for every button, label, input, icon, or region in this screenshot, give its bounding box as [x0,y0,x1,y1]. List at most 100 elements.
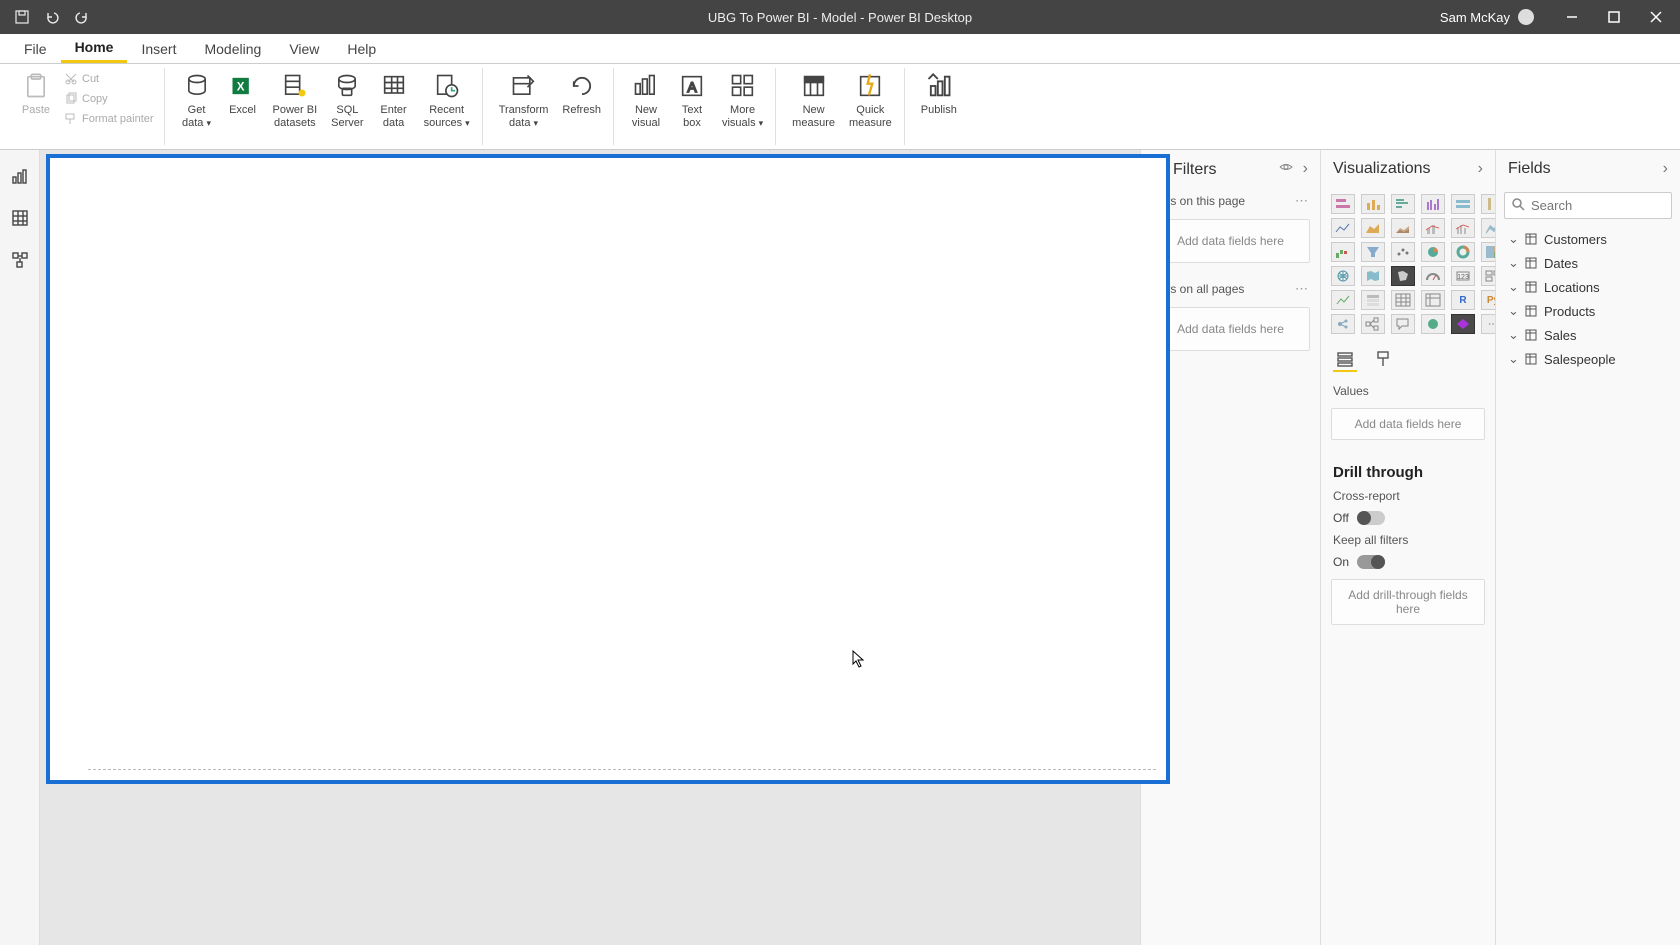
viz-matrix-icon[interactable] [1421,290,1445,310]
menu-insert[interactable]: Insert [127,34,190,63]
close-button[interactable] [1642,3,1670,31]
redo-icon[interactable] [74,9,90,25]
menu-modeling[interactable]: Modeling [190,34,275,63]
field-table-customers[interactable]: ⌄ Customers [1500,227,1676,251]
viz-map-icon[interactable] [1331,266,1355,286]
menu-view[interactable]: View [275,34,333,63]
filters-all-dropzone[interactable]: Add data fields here [1151,307,1310,351]
viz-stacked-bar-icon[interactable] [1331,194,1355,214]
viz-slicer-icon[interactable] [1361,290,1385,310]
eye-icon[interactable] [1279,160,1293,179]
viz-clustered-column-icon[interactable] [1421,194,1445,214]
viz-r-icon[interactable]: R [1451,290,1475,310]
viz-waterfall-icon[interactable] [1331,242,1355,262]
field-table-locations[interactable]: ⌄ Locations [1500,275,1676,299]
viz-scatter-icon[interactable] [1391,242,1415,262]
refresh-button[interactable]: Refresh [556,68,607,119]
chevron-down-icon: ⌄ [1508,231,1518,247]
collapse-icon[interactable]: › [1303,160,1308,179]
workspace: Filters › ilters on this page ⋯ Add data… [0,150,1680,945]
menu-file[interactable]: File [10,34,61,63]
viz-stacked-area-icon[interactable] [1391,218,1415,238]
cut-icon [64,72,78,86]
viz-100-bar-icon[interactable] [1451,194,1475,214]
svg-text:123: 123 [1457,274,1469,281]
text-box-button[interactable]: A Text box [670,68,714,132]
collapse-icon[interactable]: › [1663,160,1668,178]
viz-header: Visualizations [1333,160,1431,178]
viz-area-icon[interactable] [1361,218,1385,238]
save-icon[interactable] [14,9,30,25]
fields-tab-icon[interactable] [1333,348,1357,372]
viz-line-column-icon[interactable] [1421,218,1445,238]
minimize-button[interactable] [1558,3,1586,31]
drillthrough-dropzone[interactable]: Add drill-through fields here [1331,579,1485,625]
viz-kpi-icon[interactable] [1331,290,1355,310]
undo-icon[interactable] [44,9,60,25]
search-input[interactable] [1531,198,1665,213]
viz-decomposition-icon[interactable] [1361,314,1385,334]
cut-button: Cut [60,70,158,88]
pbi-datasets-icon [279,70,311,102]
cross-report-toggle[interactable] [1357,511,1385,525]
more-icon[interactable]: ⋯ [1295,281,1310,297]
viz-funnel-icon[interactable] [1361,242,1385,262]
menu-help[interactable]: Help [333,34,390,63]
get-data-button[interactable]: Get data ▾ [175,68,219,132]
canvas[interactable] [40,150,1140,945]
search-icon [1511,197,1525,214]
viz-clustered-bar-icon[interactable] [1391,194,1415,214]
enter-data-button[interactable]: Enter data [372,68,416,132]
chevron-down-icon: ⌄ [1508,279,1518,295]
maximize-button[interactable] [1600,3,1628,31]
field-table-products[interactable]: ⌄ Products [1500,299,1676,323]
cross-report-state: Off [1333,511,1349,525]
new-measure-button[interactable]: New measure [786,68,841,132]
report-view-button[interactable] [8,164,32,188]
data-view-button[interactable] [8,206,32,230]
field-table-dates[interactable]: ⌄ Dates [1500,251,1676,275]
sql-server-button[interactable]: SQL Server [325,68,369,132]
more-icon[interactable]: ⋯ [1295,193,1310,209]
viz-powerapps-icon[interactable] [1451,314,1475,334]
keep-filters-toggle[interactable] [1357,555,1385,569]
values-label: Values [1321,380,1495,402]
canvas-selection[interactable] [46,154,1170,784]
viz-donut-icon[interactable] [1451,242,1475,262]
copy-button: Copy [60,90,158,108]
viz-qa-icon[interactable] [1391,314,1415,334]
quick-measure-button[interactable]: Quick measure [843,68,898,132]
table-icon [1524,304,1538,318]
viz-stacked-column-icon[interactable] [1361,194,1385,214]
format-painter-icon [64,112,78,126]
user-indicator[interactable]: Sam McKay [1440,9,1534,25]
viz-table-icon[interactable] [1391,290,1415,310]
table-icon [1524,232,1538,246]
viz-gauge-icon[interactable] [1421,266,1445,286]
format-tab-icon[interactable] [1371,348,1395,372]
filters-page-dropzone[interactable]: Add data fields here [1151,219,1310,263]
menu-home[interactable]: Home [61,34,128,63]
publish-button[interactable]: Publish [915,68,963,119]
field-table-sales[interactable]: ⌄ Sales [1500,323,1676,347]
collapse-icon[interactable]: › [1478,160,1483,178]
more-visuals-button[interactable]: More visuals ▾ [716,68,769,132]
viz-shape-map-icon[interactable] [1391,266,1415,286]
new-visual-button[interactable]: New visual [624,68,668,132]
viz-pie-icon[interactable] [1421,242,1445,262]
model-view-button[interactable] [8,248,32,272]
fields-search[interactable] [1504,192,1672,219]
viz-card-icon[interactable]: 123 [1451,266,1475,286]
viz-filled-map-icon[interactable] [1361,266,1385,286]
recent-sources-button[interactable]: Recent sources ▾ [418,68,476,132]
pbi-datasets-button[interactable]: Power BI datasets [267,68,324,132]
username: Sam McKay [1440,10,1510,25]
viz-arcgis-icon[interactable] [1421,314,1445,334]
viz-line-icon[interactable] [1331,218,1355,238]
field-table-salespeople[interactable]: ⌄ Salespeople [1500,347,1676,371]
viz-key-influencers-icon[interactable] [1331,314,1355,334]
viz-line-clustered-icon[interactable] [1451,218,1475,238]
values-dropzone[interactable]: Add data fields here [1331,408,1485,440]
transform-data-button[interactable]: Transform data ▾ [493,68,555,132]
excel-button[interactable]: X Excel [221,68,265,119]
